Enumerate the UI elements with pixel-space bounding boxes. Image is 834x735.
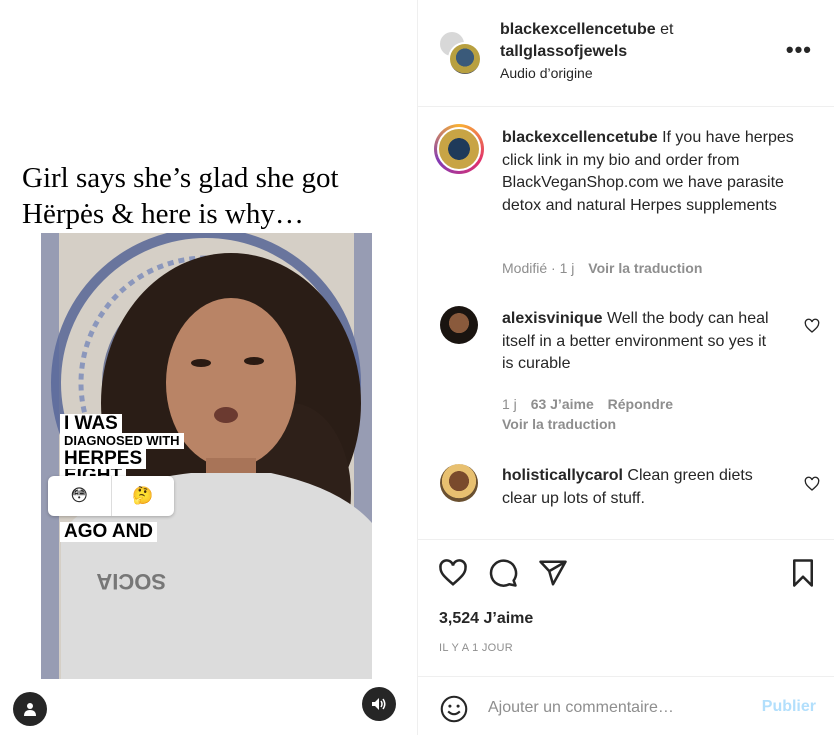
emoji-smile-icon[interactable] xyxy=(440,695,468,723)
like-count[interactable]: 3,524 J’aime xyxy=(439,610,533,628)
post-timestamp: IL Y A 1 JOUR xyxy=(439,642,514,654)
comment-time[interactable]: 1 j xyxy=(502,396,517,412)
comment-input[interactable] xyxy=(488,696,743,720)
author-joiner: et xyxy=(660,21,674,38)
see-translation-link[interactable]: Voir la traduction xyxy=(588,260,702,276)
speaker-icon xyxy=(372,698,386,710)
author-link[interactable]: blackexcellencetube xyxy=(500,21,656,38)
avatar[interactable] xyxy=(434,124,484,174)
video-text-line1: I WAS xyxy=(60,414,122,434)
post-sidebar: blackexcellencetube et tallglassofjewels… xyxy=(417,0,834,735)
post-media[interactable]: Girl says she’s glad she got Hërpės & he… xyxy=(0,0,417,735)
avatar[interactable] xyxy=(448,42,482,76)
like-comment-heart-icon[interactable] xyxy=(804,476,820,492)
video-text-line5: AGO AND xyxy=(60,522,158,542)
reply-button[interactable]: Répondre xyxy=(608,396,673,412)
post-header: blackexcellencetube et tallglassofjewels… xyxy=(418,0,834,107)
emoji-reaction-bar: 😳 🤔 xyxy=(48,476,174,516)
user-icon xyxy=(24,703,36,716)
overlay-caption-line2: Hërpės & here is why… xyxy=(22,198,304,230)
comment: holisticallycarol Clean green diets clea… xyxy=(502,465,782,510)
author-link[interactable]: tallglassofjewels xyxy=(500,43,627,60)
comment: alexisvinique Well the body can heal its… xyxy=(502,308,782,376)
thinking-emoji: 🤔 xyxy=(110,476,175,516)
avatar[interactable] xyxy=(440,464,478,502)
author-avatars[interactable] xyxy=(438,30,484,76)
avatar[interactable] xyxy=(440,306,478,344)
video-overlay-caption: Girl says she’s glad she got Hërpės & he… xyxy=(22,160,402,232)
post-authors: blackexcellencetube et tallglassofjewels xyxy=(500,19,673,63)
tagged-users-button[interactable] xyxy=(13,692,47,726)
caption-time[interactable]: 1 j xyxy=(560,260,575,276)
video-text-line3: HERPES xyxy=(60,449,147,469)
publish-button[interactable]: Publier xyxy=(762,698,816,716)
comment-likes[interactable]: 63 J’aime xyxy=(531,396,594,412)
comment-meta: Voir la traduction xyxy=(502,416,616,432)
overlay-caption-line1: Girl says she’s glad she got xyxy=(22,162,339,194)
audio-toggle-button[interactable] xyxy=(362,687,396,721)
audio-link[interactable]: Audio d’origine xyxy=(500,65,593,81)
caption-meta: Modifié · 1 j Voir la traduction xyxy=(502,260,703,276)
see-translation-link[interactable]: Voir la traduction xyxy=(502,416,616,432)
post-actions: 3,524 J’aime IL Y A 1 JOUR xyxy=(418,539,834,677)
flushed-emoji: 😳 xyxy=(70,486,89,505)
more-options-icon[interactable]: ••• xyxy=(786,39,812,61)
video-text-line2: DIAGNOSED WITH xyxy=(60,433,184,449)
comment-username[interactable]: alexisvinique xyxy=(502,310,603,327)
like-heart-icon[interactable] xyxy=(438,558,468,588)
shirt-print: SOCIA xyxy=(96,569,166,594)
add-comment-bar: Publier xyxy=(418,678,834,735)
bookmark-save-icon[interactable] xyxy=(788,558,818,588)
edited-label: Modifié xyxy=(502,260,548,276)
post-caption: blackexcellencetube If you have herpes c… xyxy=(502,127,802,217)
comment-bubble-icon[interactable] xyxy=(488,558,518,588)
like-comment-heart-icon[interactable] xyxy=(804,318,820,334)
comment-username[interactable]: holisticallycarol xyxy=(502,467,623,484)
caption-username[interactable]: blackexcellencetube xyxy=(502,129,658,146)
comments-section: blackexcellencetube If you have herpes c… xyxy=(418,108,834,539)
comment-meta: 1 j 63 J’aime Répondre xyxy=(502,396,673,412)
share-send-icon[interactable] xyxy=(538,558,568,588)
